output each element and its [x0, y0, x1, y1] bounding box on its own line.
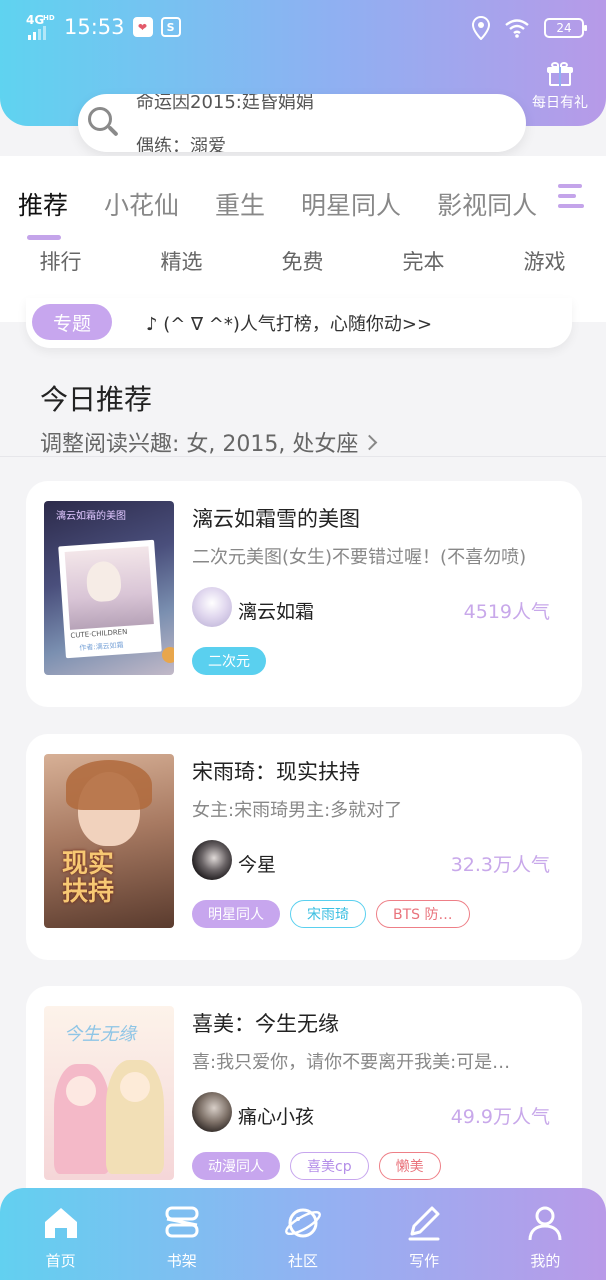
book-description: 喜:我只爱你，请你不要离开我美:可是… — [192, 1052, 511, 1073]
topic-text: ♪ (^ ∇ ^*)人气打榜，心随你动>> — [146, 314, 433, 335]
nav-write[interactable]: 写作 — [364, 1188, 485, 1280]
search-icon — [88, 107, 120, 139]
tab-film-fanfic[interactable]: 影视同人 — [437, 186, 537, 222]
active-tab-indicator — [27, 235, 61, 240]
category-menu-icon[interactable] — [548, 176, 606, 228]
subtab-completed[interactable]: 完本 — [363, 246, 484, 276]
tab-xiaohuaxian[interactable]: 小花仙 — [104, 186, 179, 222]
book-card[interactable]: 今生无缘 喜美：今生无缘 喜:我只爱你，请你不要离开我美:可是… 痛心小孩 49… — [26, 986, 582, 1212]
tag[interactable]: BTS 防… — [376, 900, 470, 928]
book-title: 喜美：今生无缘 — [192, 1012, 339, 1036]
cover-subtitle: CUTE·CHILDREN — [70, 627, 128, 640]
subtab-featured[interactable]: 精选 — [121, 246, 242, 276]
chevron-right-icon — [362, 434, 378, 451]
wifi-icon — [505, 19, 529, 38]
book-title: 漓云如霜雪的美图 — [192, 507, 360, 531]
status-bar: 4G HD 15:53 ❤ S 24 — [0, 0, 606, 56]
popularity: 49.9万人气 — [450, 1106, 550, 1128]
interest-setting-link[interactable]: 调整阅读兴趣: 女, 2015, 处女座 — [40, 426, 378, 458]
network-sup: HD — [43, 14, 55, 22]
planet-icon — [285, 1208, 321, 1238]
cover-title: 今生无缘 — [64, 1024, 136, 1045]
divider — [0, 456, 606, 457]
gift-icon — [547, 62, 573, 86]
location-icon — [472, 16, 490, 40]
nav-me[interactable]: 我的 — [485, 1188, 606, 1280]
cover-title: 现实扶持 — [62, 849, 115, 907]
nav-community[interactable]: 社区 — [242, 1188, 363, 1280]
nav-write-label: 写作 — [409, 1252, 440, 1270]
popularity: 32.3万人气 — [450, 854, 550, 876]
subtab-ranking[interactable]: 排行 — [0, 246, 121, 276]
tag[interactable]: 喜美cp — [290, 1152, 369, 1180]
tag[interactable]: 宋雨琦 — [290, 900, 366, 928]
cover-author: 作者:漓云如霜 — [79, 641, 124, 653]
author-name: 今星 — [238, 854, 277, 876]
clock: 15:53 — [64, 15, 125, 39]
cover-title: 漓云如霜的美图 — [56, 511, 126, 522]
heart-app-icon: ❤ — [132, 17, 153, 37]
tag[interactable]: 懒美 — [378, 1152, 441, 1180]
tag-list: 二次元 — [192, 647, 266, 675]
book-cover: 今生无缘 — [44, 1006, 174, 1180]
nav-home-label: 首页 — [45, 1252, 76, 1270]
topic-badge: 专题 — [32, 304, 112, 340]
author-avatar — [192, 587, 232, 627]
bottom-nav: 首页 书架 社区 写作 我的 — [0, 1188, 606, 1280]
book-card[interactable]: 漓云如霜的美图 CUTE·CHILDREN 作者:漓云如霜 漓云如霜雪的美图 二… — [26, 481, 582, 707]
signal-indicator: 4G HD — [26, 14, 56, 40]
search-hint-1: 命运因2015:廷昏娟娟 — [136, 94, 314, 113]
author-avatar — [192, 1092, 232, 1132]
book-cover: 漓云如霜的美图 CUTE·CHILDREN 作者:漓云如霜 — [44, 501, 174, 675]
tag-list: 动漫同人 喜美cp 懒美 — [192, 1152, 441, 1180]
user-icon — [528, 1206, 562, 1241]
book-card[interactable]: 现实扶持 宋雨琦：现实扶持 女主:宋雨琦男主:多就对了 今星 32.3万人气 明… — [26, 734, 582, 960]
nav-home[interactable]: 首页 — [0, 1188, 121, 1280]
author-name: 痛心小孩 — [238, 1106, 315, 1128]
topic-banner[interactable]: 专题 ♪ (^ ∇ ^*)人气打榜，心随你动>> — [26, 298, 572, 348]
tag[interactable]: 动漫同人 — [192, 1152, 280, 1180]
popularity: 4519人气 — [463, 601, 550, 623]
battery-indicator: 24 — [544, 18, 587, 38]
book-title: 宋雨琦：现实扶持 — [192, 760, 360, 784]
sub-tabs: 排行 精选 免费 完本 游戏 — [0, 246, 606, 276]
tag[interactable]: 二次元 — [192, 647, 266, 675]
battery-level: 24 — [556, 21, 572, 35]
search-hint-2: 偶练：溺爱 — [136, 136, 226, 152]
tag-list: 明星同人 宋雨琦 BTS 防… — [192, 900, 470, 928]
nav-community-label: 社区 — [287, 1252, 318, 1270]
author-avatar — [192, 840, 232, 880]
interest-setting-label: 调整阅读兴趣: 女, 2015, 处女座 — [40, 432, 359, 457]
signal-icon — [28, 26, 46, 40]
author-name: 漓云如霜 — [238, 601, 315, 623]
tab-recommend[interactable]: 推荐 — [18, 186, 68, 222]
cover-polaroid: CUTE·CHILDREN 作者:漓云如霜 — [58, 539, 162, 659]
daily-gift-label: 每日有礼 — [532, 95, 588, 111]
nav-bookshelf-label: 书架 — [166, 1252, 197, 1270]
nav-me-label: 我的 — [530, 1252, 561, 1270]
home-icon — [44, 1208, 77, 1238]
book-cover: 现实扶持 — [44, 754, 174, 928]
section-title: 今日推荐 — [40, 383, 153, 416]
daily-gift-button[interactable]: 每日有礼 — [528, 62, 592, 112]
s-app-icon: S — [160, 17, 181, 37]
tag[interactable]: 明星同人 — [192, 900, 280, 928]
network-label: 4G — [26, 13, 45, 27]
tab-star-fanfic[interactable]: 明星同人 — [301, 186, 401, 222]
subtab-free[interactable]: 免费 — [242, 246, 363, 276]
bookshelf-icon — [165, 1206, 199, 1238]
subtab-games[interactable]: 游戏 — [484, 246, 605, 276]
book-description: 女主:宋雨琦男主:多就对了 — [192, 800, 403, 821]
search-bar[interactable]: 命运因2015:廷昏娟娟 偶练：溺爱 — [78, 94, 526, 152]
tab-rebirth[interactable]: 重生 — [215, 186, 265, 222]
nav-bookshelf[interactable]: 书架 — [121, 1188, 242, 1280]
pen-icon — [408, 1206, 440, 1241]
book-description: 二次元美图(女生)不要错过喔！(不喜勿喷) — [192, 547, 527, 568]
category-tabs: 推荐 小花仙 重生 明星同人 影视同人 — [18, 186, 573, 222]
